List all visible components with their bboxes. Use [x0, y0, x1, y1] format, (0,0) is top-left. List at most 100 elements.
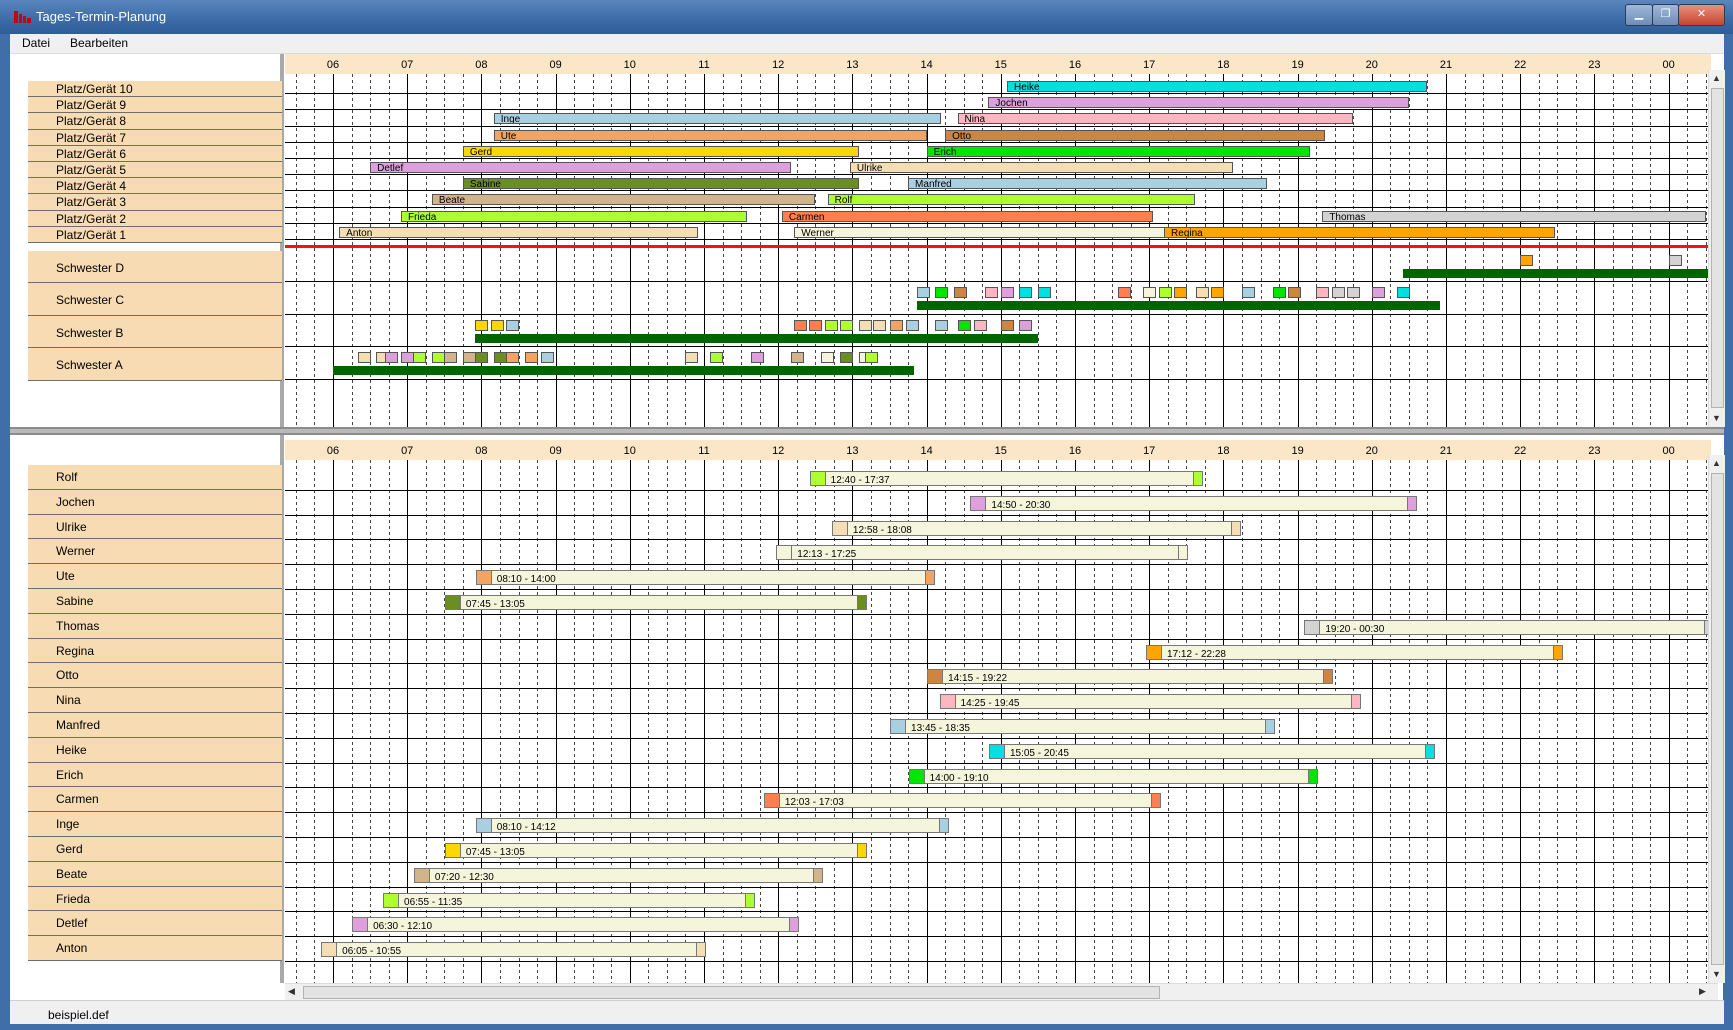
time-bar[interactable]: 15:05 - 20:45 — [988, 743, 1436, 759]
minimize-button[interactable]: ▁ — [1625, 4, 1653, 26]
appointment-bar[interactable]: Werner — [794, 226, 1181, 238]
task-block[interactable] — [1316, 287, 1330, 299]
task-block[interactable] — [794, 319, 808, 331]
task-block[interactable] — [858, 319, 872, 331]
appointment-bar[interactable]: Manfred — [908, 178, 1267, 190]
task-block[interactable] — [1371, 287, 1385, 299]
task-block[interactable] — [1000, 319, 1014, 331]
time-bar[interactable]: 12:13 - 17:25 — [776, 545, 1189, 561]
appointment-bar[interactable]: Beate — [431, 194, 816, 206]
menu-datei[interactable]: Datei — [22, 36, 50, 50]
task-block[interactable] — [916, 287, 930, 299]
person-gantt-area[interactable]: 12:40 - 17:37 14:50 - 20:30 12:58 - 18:08 1… — [285, 460, 1711, 983]
time-bar[interactable]: 08:10 - 14:12 — [475, 818, 950, 834]
task-block[interactable] — [1000, 287, 1014, 299]
time-bar-end-cap[interactable] — [1552, 645, 1562, 659]
task-block[interactable] — [957, 319, 971, 331]
time-bar-start-cap[interactable] — [777, 546, 793, 560]
task-block[interactable] — [953, 287, 967, 299]
task-block[interactable] — [384, 352, 398, 364]
task-block[interactable] — [506, 319, 520, 331]
time-bar-start-cap[interactable] — [832, 521, 848, 535]
task-block[interactable] — [1520, 255, 1534, 266]
task-block[interactable] — [873, 319, 887, 331]
task-block[interactable] — [821, 352, 835, 364]
task-block[interactable] — [1287, 287, 1301, 299]
task-block[interactable] — [685, 352, 699, 364]
appointment-bar[interactable]: Erich — [926, 145, 1310, 157]
task-block[interactable] — [825, 319, 839, 331]
time-bar-end-cap[interactable] — [1264, 720, 1274, 733]
task-block[interactable] — [750, 352, 764, 364]
task-block[interactable] — [840, 352, 854, 364]
scroll-left-icon[interactable]: ◀ — [288, 986, 295, 997]
time-bar[interactable]: 17:12 - 22:28 — [1146, 644, 1563, 660]
task-block[interactable] — [540, 352, 554, 364]
time-bar[interactable]: 12:58 - 18:08 — [831, 520, 1242, 536]
scroll-up-icon[interactable]: ▲ — [1712, 458, 1721, 468]
task-block[interactable] — [935, 319, 949, 331]
task-block[interactable] — [864, 352, 878, 364]
time-bar-end-cap[interactable] — [1425, 744, 1435, 758]
appointment-bar[interactable]: Jochen — [988, 97, 1409, 109]
task-block[interactable] — [973, 319, 987, 331]
time-bar[interactable]: 08:10 - 14:00 — [475, 570, 935, 586]
task-block[interactable] — [1272, 287, 1286, 299]
time-bar[interactable]: 06:05 - 10:55 — [321, 942, 706, 958]
task-block[interactable] — [790, 352, 804, 364]
time-bar-start-cap[interactable] — [353, 918, 369, 932]
time-bar-end-cap[interactable] — [813, 868, 823, 882]
time-bar-end-cap[interactable] — [924, 571, 934, 585]
time-bar-start-cap[interactable] — [971, 496, 987, 510]
appointment-bar[interactable]: Ute — [493, 129, 927, 141]
task-block[interactable] — [491, 319, 505, 331]
time-bar[interactable]: 14:50 - 20:30 — [970, 495, 1417, 511]
appointment-bar[interactable]: Anton — [339, 226, 698, 238]
task-block[interactable] — [1241, 287, 1255, 299]
pane-splitter[interactable] — [10, 427, 1724, 435]
task-block[interactable] — [905, 319, 919, 331]
time-bar-start-cap[interactable] — [928, 670, 944, 684]
time-bar[interactable]: 07:45 - 13:05 — [444, 843, 867, 858]
resource-vertical-scrollbar[interactable]: ▲ ▼ — [1708, 70, 1725, 427]
task-block[interactable] — [357, 352, 371, 364]
appointment-bar[interactable]: Inge — [493, 113, 942, 125]
task-block[interactable] — [506, 352, 520, 364]
task-block[interactable] — [431, 352, 445, 364]
time-bar-end-cap[interactable] — [856, 596, 866, 609]
time-bar-start-cap[interactable] — [476, 819, 492, 833]
time-bar[interactable]: 13:45 - 18:35 — [890, 719, 1275, 734]
time-bar-start-cap[interactable] — [764, 794, 780, 808]
time-bar-start-cap[interactable] — [909, 769, 925, 783]
appointment-bar[interactable]: Rolf — [827, 194, 1195, 206]
task-block[interactable] — [524, 352, 538, 364]
time-bar[interactable]: 07:45 - 13:05 — [444, 595, 867, 610]
shift-bar[interactable] — [1402, 269, 1711, 278]
task-block[interactable] — [493, 352, 507, 364]
time-bar-start-cap[interactable] — [891, 720, 907, 733]
time-bar-end-cap[interactable] — [1307, 769, 1317, 783]
menu-bearbeiten[interactable]: Bearbeiten — [70, 36, 128, 50]
task-block[interactable] — [444, 352, 458, 364]
task-block[interactable] — [1143, 287, 1157, 299]
time-bar-start-cap[interactable] — [989, 744, 1005, 758]
time-bar[interactable]: 12:03 - 17:03 — [763, 793, 1161, 809]
task-block[interactable] — [1668, 255, 1682, 266]
time-bar-start-cap[interactable] — [445, 844, 461, 857]
time-bar-end-cap[interactable] — [1351, 695, 1361, 709]
scroll-thumb[interactable] — [1711, 88, 1724, 408]
appointment-bar[interactable]: Gerd — [462, 145, 859, 157]
time-bar-start-cap[interactable] — [940, 695, 956, 709]
time-bar-start-cap[interactable] — [445, 596, 461, 609]
task-block[interactable] — [401, 352, 415, 364]
time-bar[interactable]: 06:55 - 11:35 — [383, 892, 756, 908]
scroll-right-icon[interactable]: ▶ — [1699, 986, 1706, 997]
task-block[interactable] — [1396, 287, 1410, 299]
appointment-bar[interactable]: Heike — [1006, 81, 1428, 92]
task-block[interactable] — [475, 319, 489, 331]
task-block[interactable] — [809, 319, 823, 331]
time-bar[interactable]: 07:20 - 12:30 — [413, 867, 824, 883]
shift-bar[interactable] — [916, 301, 1440, 311]
task-block[interactable] — [1196, 287, 1210, 299]
appointment-bar[interactable]: Sabine — [462, 178, 859, 190]
